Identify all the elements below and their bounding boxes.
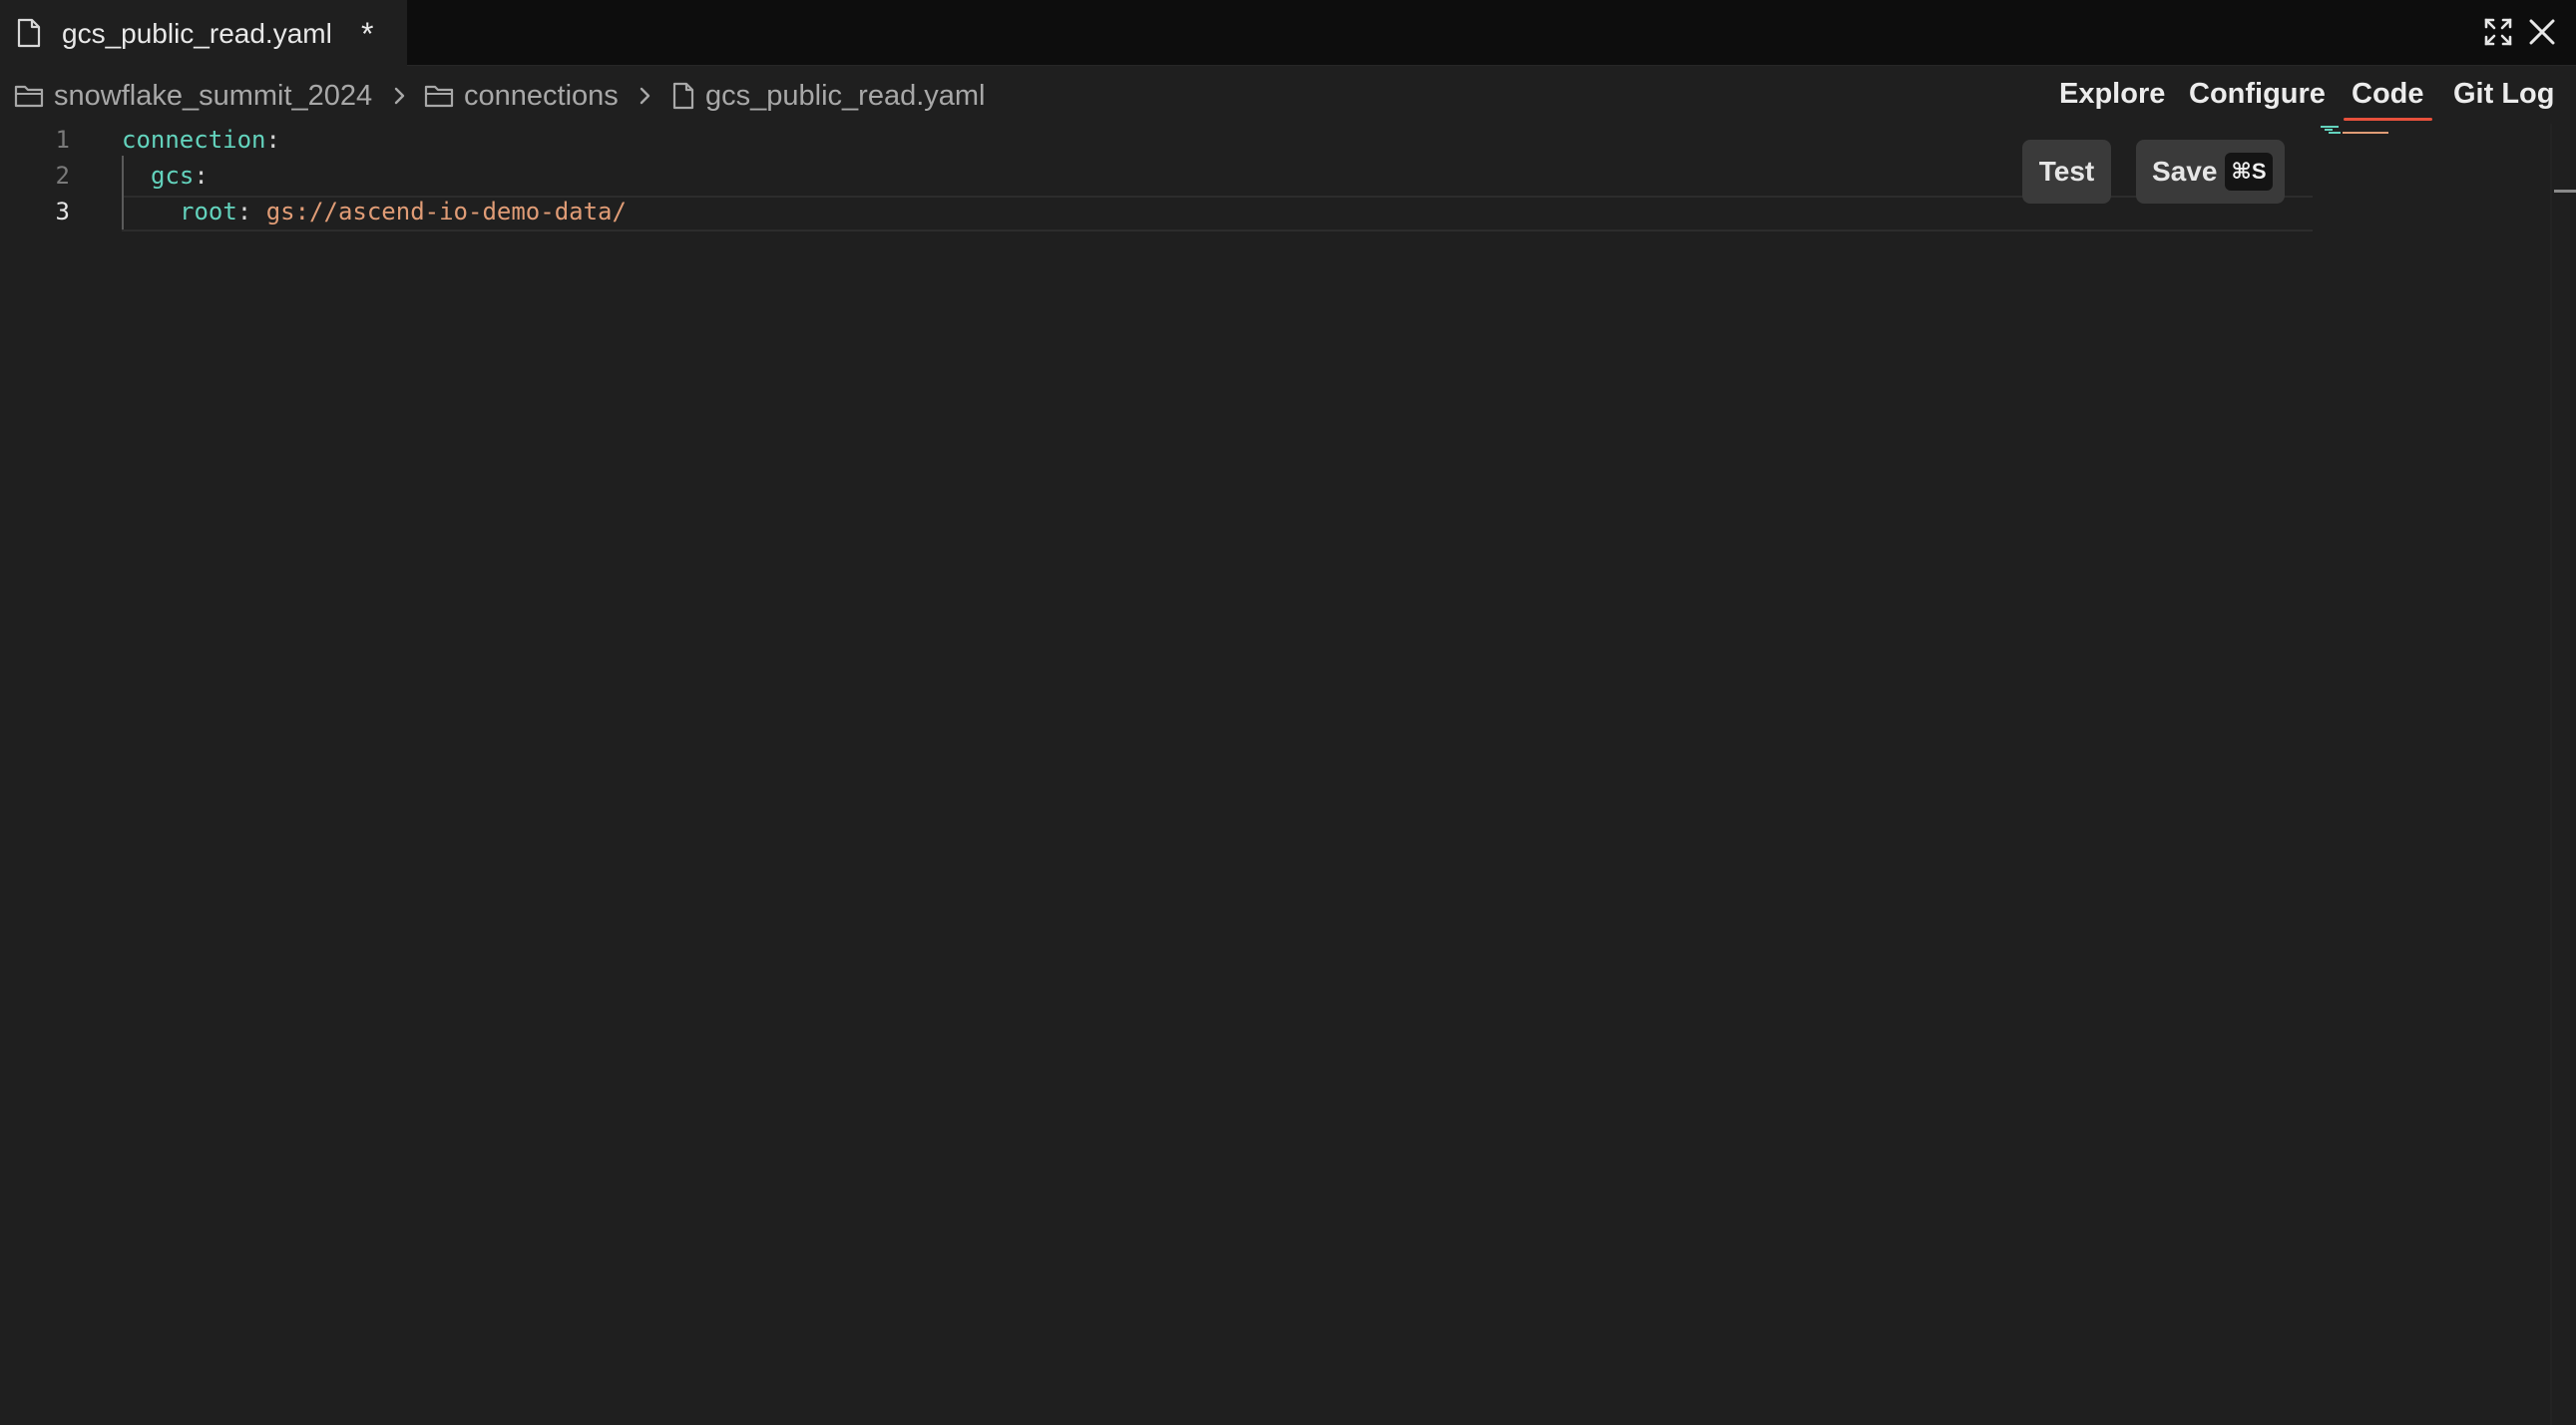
scroll-position-marker (2554, 190, 2576, 193)
tab-bar: gcs_public_read.yaml * (0, 0, 2576, 66)
save-button-label: Save (2152, 156, 2218, 187)
yaml-key: connection (122, 126, 266, 154)
tab-title: gcs_public_read.yaml (62, 18, 332, 49)
code-editor[interactable]: 1 2 3 connection: gcs: root: gs://ascend… (0, 124, 2576, 1425)
yaml-colon: : (265, 126, 280, 154)
vertical-scrollbar[interactable] (2550, 124, 2552, 1425)
indent-guide (122, 156, 124, 230)
yaml-value: gs://ascend-io-demo-data/ (265, 198, 627, 226)
editor-tab[interactable]: gcs_public_read.yaml * (0, 0, 407, 66)
close-button[interactable] (2526, 16, 2558, 48)
tab-git-log[interactable]: Git Log (2453, 78, 2554, 111)
test-button-label: Test (2038, 156, 2095, 187)
test-button[interactable]: Test (2022, 140, 2111, 204)
breadcrumb-bar: snowflake_summit_2024 connections gcs_pu… (0, 66, 2576, 124)
expand-icon (2484, 18, 2512, 46)
yaml-colon: : (194, 162, 209, 190)
line-number: 1 (55, 126, 70, 154)
expand-button[interactable] (2482, 16, 2514, 48)
file-icon (17, 18, 41, 48)
tab-code[interactable]: Code (2344, 78, 2431, 121)
line-number: 3 (55, 198, 70, 226)
code-line[interactable]: gcs: (151, 162, 209, 190)
yaml-key: gcs (151, 162, 195, 190)
save-button[interactable]: Save ⌘S (2136, 140, 2285, 204)
tab-explore[interactable]: Explore (2059, 78, 2165, 111)
save-shortcut-badge: ⌘S (2225, 153, 2273, 191)
code-line[interactable]: connection: (122, 126, 280, 154)
tab-configure[interactable]: Configure (2189, 78, 2326, 111)
close-icon (2529, 19, 2555, 45)
yaml-key: root (180, 198, 237, 226)
yaml-colon: : (236, 198, 252, 226)
code-line[interactable]: root: gs://ascend-io-demo-data/ (180, 198, 627, 226)
view-tabs: Explore Configure Code Git Log (0, 78, 2576, 121)
unsaved-indicator: * (361, 16, 374, 52)
minimap[interactable] (2321, 124, 2400, 144)
line-number: 2 (55, 162, 70, 190)
